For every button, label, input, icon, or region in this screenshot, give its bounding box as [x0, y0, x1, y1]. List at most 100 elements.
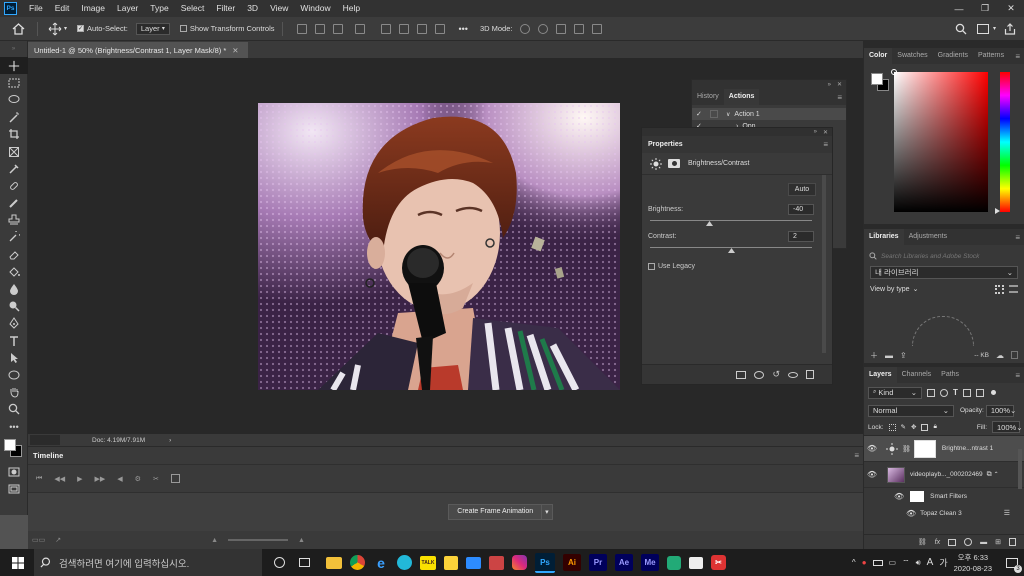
hand-tool-icon[interactable]: [0, 384, 28, 401]
volume-icon[interactable]: 🔊︎: [916, 558, 921, 568]
align-bottom-icon[interactable]: [416, 23, 427, 34]
grid-view-icon[interactable]: [995, 284, 1004, 294]
network-icon[interactable]: ▭: [889, 558, 897, 567]
contrast-slider-handle[interactable]: [728, 248, 735, 253]
app-icon[interactable]: [489, 555, 504, 570]
zoom-app-icon[interactable]: [466, 556, 481, 569]
split-icon[interactable]: ✂: [153, 475, 159, 483]
panel-menu-icon[interactable]: ≡: [823, 140, 828, 149]
new-adjustment-icon[interactable]: [964, 538, 973, 546]
menu-filter[interactable]: Filter: [210, 0, 241, 17]
layer-thumbnail[interactable]: [887, 466, 905, 483]
filter-mask-thumbnail[interactable]: [910, 491, 925, 502]
close-panel-icon[interactable]: ✕: [837, 81, 842, 88]
brightness-input[interactable]: -40: [788, 204, 814, 215]
chevron-down-icon[interactable]: ∨: [726, 111, 730, 118]
minimize-button[interactable]: —: [946, 0, 972, 17]
brightness-slider[interactable]: [650, 220, 812, 221]
visibility-eye-icon[interactable]: 👁︎: [864, 470, 880, 479]
menu-window[interactable]: Window: [294, 0, 336, 17]
align-middle-icon[interactable]: [398, 23, 409, 34]
filter-toggle-icon[interactable]: [990, 390, 996, 395]
marquee-tool-icon[interactable]: [0, 74, 28, 91]
stamp-tool-icon[interactable]: [0, 212, 28, 229]
tab-libraries[interactable]: Libraries: [864, 229, 904, 245]
pen-tool-icon[interactable]: [0, 315, 28, 332]
auto-button[interactable]: Auto: [788, 183, 816, 196]
lock-all-icon[interactable]: 🔒︎: [933, 423, 936, 431]
zoom-in-icon[interactable]: ▲: [298, 537, 305, 544]
edge-icon[interactable]: e: [373, 554, 389, 571]
hue-slider[interactable]: [1000, 72, 1010, 212]
distribute-vertical-icon[interactable]: [434, 23, 445, 34]
filter-smart-icon[interactable]: [975, 388, 984, 397]
chevron-down-icon[interactable]: ⌄: [913, 285, 919, 293]
link-layers-icon[interactable]: ⛓︎: [918, 538, 927, 546]
close-button[interactable]: ✕: [998, 0, 1024, 17]
task-view-icon[interactable]: [299, 558, 310, 567]
tab-layers[interactable]: Layers: [864, 367, 897, 383]
library-search-input[interactable]: Search Libraries and Adobe Stock: [881, 253, 979, 260]
trash-icon[interactable]: [1011, 351, 1018, 359]
history-brush-tool-icon[interactable]: [0, 229, 28, 246]
mask-icon[interactable]: [668, 159, 680, 168]
home-icon[interactable]: [12, 22, 25, 35]
sticky-notes-icon[interactable]: [444, 555, 458, 570]
new-layer-icon[interactable]: ⊞: [995, 538, 1001, 546]
trash-icon[interactable]: [1009, 538, 1016, 546]
create-frame-animation-button[interactable]: Create Frame Animation ▾: [448, 504, 553, 520]
app-icon[interactable]: [667, 555, 681, 570]
auto-select-toggle[interactable]: ✓ Auto-Select:: [77, 24, 128, 33]
play-icon[interactable]: ▶: [77, 475, 82, 483]
layer-row-brightness[interactable]: 👁︎ ⛓︎ Brightne...ntrast 1: [864, 436, 1024, 462]
3d-pan-icon[interactable]: [556, 23, 567, 34]
tab-history[interactable]: History: [692, 89, 724, 105]
path-selection-tool-icon[interactable]: [0, 349, 28, 366]
panel-menu-icon[interactable]: ≡: [1015, 371, 1020, 380]
lock-artboard-icon[interactable]: [921, 423, 929, 431]
blur-tool-icon[interactable]: [0, 280, 28, 297]
reset-icon[interactable]: ↺: [772, 369, 780, 380]
visibility-eye-icon[interactable]: 👁︎: [864, 444, 880, 453]
audio-icon[interactable]: ◀: [117, 475, 122, 483]
menu-help[interactable]: Help: [337, 0, 366, 17]
shape-tool-icon[interactable]: [0, 366, 28, 383]
menu-image[interactable]: Image: [75, 0, 111, 17]
after-effects-icon[interactable]: Ae: [615, 554, 633, 571]
chevron-up-icon[interactable]: ⌃: [994, 471, 999, 478]
first-frame-icon[interactable]: ⏮: [36, 475, 42, 483]
type-tool-icon[interactable]: [0, 332, 28, 349]
tab-channels[interactable]: Channels: [897, 367, 937, 383]
workspace-icon[interactable]: [976, 23, 989, 34]
add-mask-icon[interactable]: [948, 538, 957, 546]
hue-slider-handle[interactable]: [995, 208, 1000, 214]
bird-app-icon[interactable]: [397, 555, 412, 570]
timeline-track-area[interactable]: Create Frame Animation ▾: [28, 493, 863, 531]
opacity-input[interactable]: 100% ⌄: [985, 404, 1016, 417]
3d-rotate-icon[interactable]: [520, 23, 531, 34]
menu-3d[interactable]: 3D: [241, 0, 264, 17]
check-icon[interactable]: ✓: [696, 110, 706, 118]
tab-actions[interactable]: Actions: [723, 89, 760, 105]
transition-icon[interactable]: [170, 474, 180, 483]
3d-roll-icon[interactable]: [538, 23, 549, 34]
panel-menu-icon[interactable]: ≡: [854, 451, 859, 460]
taskbar-search[interactable]: 검색하려면 여기에 입력하십시오.: [34, 549, 262, 576]
clip-to-layer-icon[interactable]: [736, 370, 747, 379]
align-right-icon[interactable]: [332, 23, 343, 34]
crop-tool-icon[interactable]: [0, 126, 28, 143]
clock[interactable]: 오후 6:33 2020-08-23: [954, 552, 992, 574]
move-tool-icon[interactable]: [48, 22, 62, 36]
zoom-slider[interactable]: [228, 539, 289, 541]
panel-menu-icon[interactable]: ≡: [837, 93, 842, 102]
filter-pixel-icon[interactable]: [927, 388, 935, 397]
filter-shape-icon[interactable]: [962, 388, 971, 397]
tab-patterns[interactable]: Patterns: [973, 48, 1009, 64]
align-left-icon[interactable]: [296, 23, 307, 34]
layer-row-video[interactable]: 👁︎ videoplayb..._000202469 ⧉ ⌃: [864, 462, 1024, 488]
chevron-up-icon[interactable]: ^: [852, 558, 856, 567]
checkbox-icon[interactable]: [179, 25, 187, 32]
align-center-icon[interactable]: [314, 23, 325, 34]
trash-icon[interactable]: [806, 370, 814, 379]
scrollbar[interactable]: [1018, 449, 1022, 489]
